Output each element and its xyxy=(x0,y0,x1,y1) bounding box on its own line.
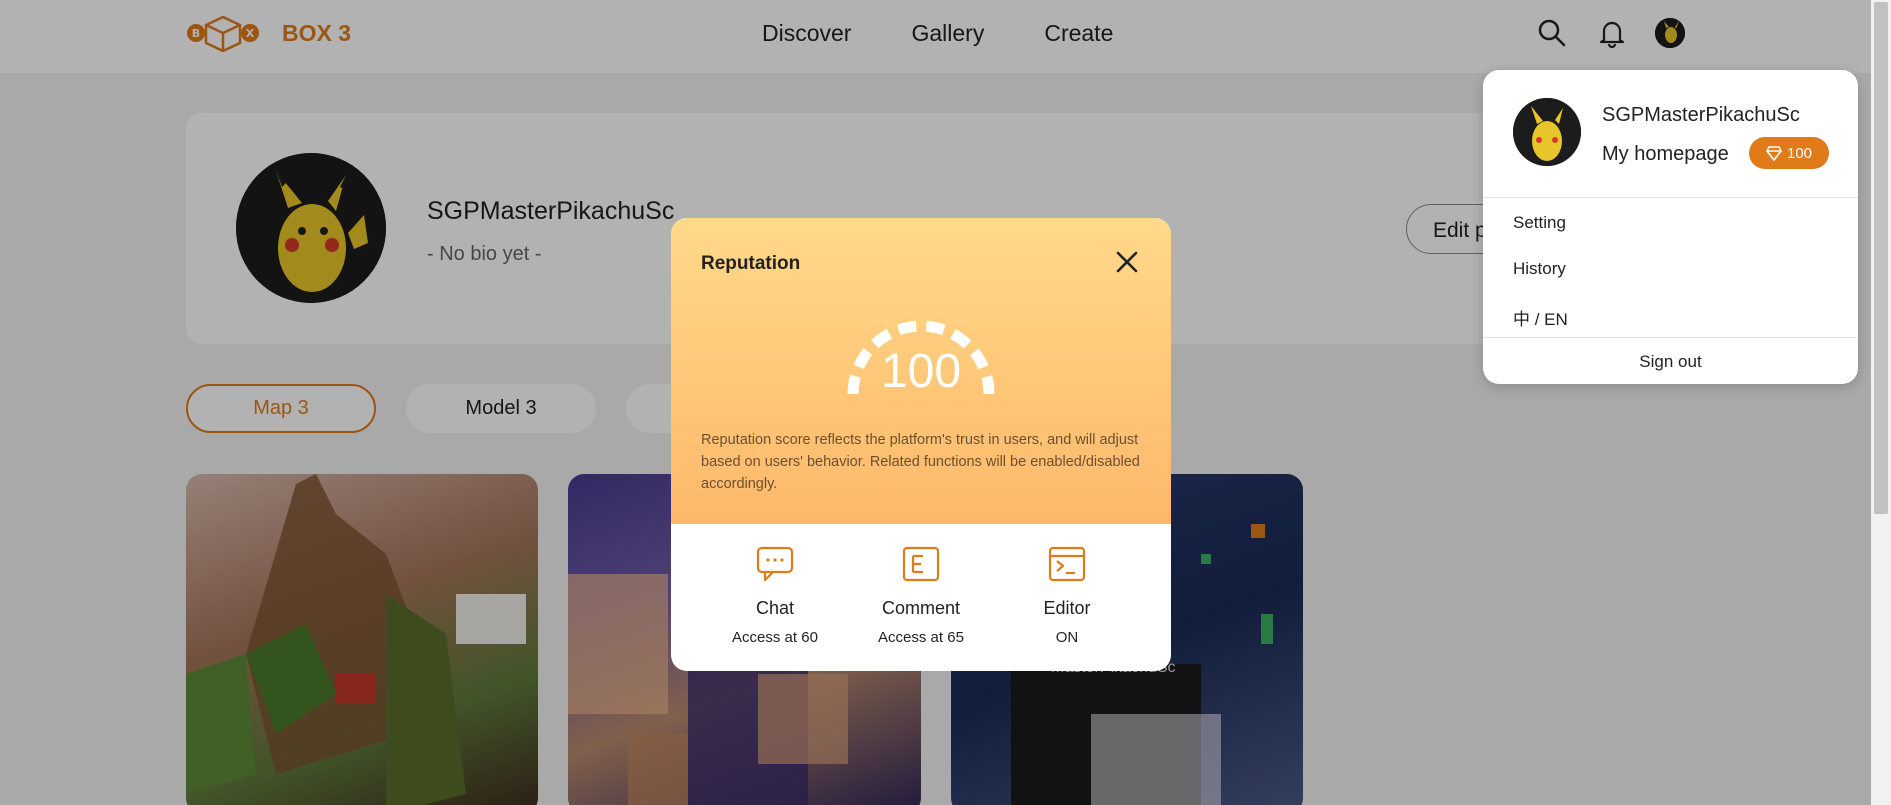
modal-header-panel: Reputation 100 Reputation score reflects… xyxy=(671,218,1171,524)
reputation-description: Reputation score reflects the platform's… xyxy=(701,432,1140,492)
menu-item-language[interactable]: 中 / EN xyxy=(1513,305,1568,330)
divider xyxy=(1483,337,1858,338)
diamond-icon xyxy=(1766,146,1782,161)
menu-item-history[interactable]: History xyxy=(1513,259,1566,279)
function-name: Chat xyxy=(755,598,795,618)
modal-title: Reputation xyxy=(701,253,801,274)
reputation-score: 100 xyxy=(880,345,962,398)
user-menu-dropdown: SGPMasterPikachuSc My homepage 100 Setti… xyxy=(1483,70,1858,384)
divider xyxy=(1483,197,1858,198)
function-comment: Comment Access at 65 xyxy=(851,545,991,646)
dropdown-username: SGPMasterPikachuSc xyxy=(1602,104,1800,126)
scrollbar-thumb[interactable] xyxy=(1874,2,1888,514)
reputation-modal: Reputation 100 Reputation score reflects… xyxy=(671,218,1171,671)
function-status: Access at 60 xyxy=(732,629,818,646)
menu-item-setting[interactable]: Setting xyxy=(1513,213,1566,233)
function-name: Editor xyxy=(1043,598,1091,618)
reputation-badge[interactable]: 100 xyxy=(1749,137,1829,169)
function-status: ON xyxy=(1055,629,1079,646)
comment-icon xyxy=(902,546,940,582)
close-icon[interactable] xyxy=(1113,248,1141,276)
function-name: Comment xyxy=(881,598,961,618)
editor-icon xyxy=(1048,546,1086,582)
function-chat: Chat Access at 60 xyxy=(705,545,845,646)
function-editor: Editor ON xyxy=(997,545,1137,646)
sign-out-button[interactable]: Sign out xyxy=(1483,352,1858,372)
function-status: Access at 65 xyxy=(878,629,964,646)
dropdown-avatar[interactable] xyxy=(1513,98,1581,166)
chat-icon xyxy=(756,546,794,582)
my-homepage-link[interactable]: My homepage xyxy=(1602,143,1729,166)
reputation-badge-value: 100 xyxy=(1786,144,1813,162)
